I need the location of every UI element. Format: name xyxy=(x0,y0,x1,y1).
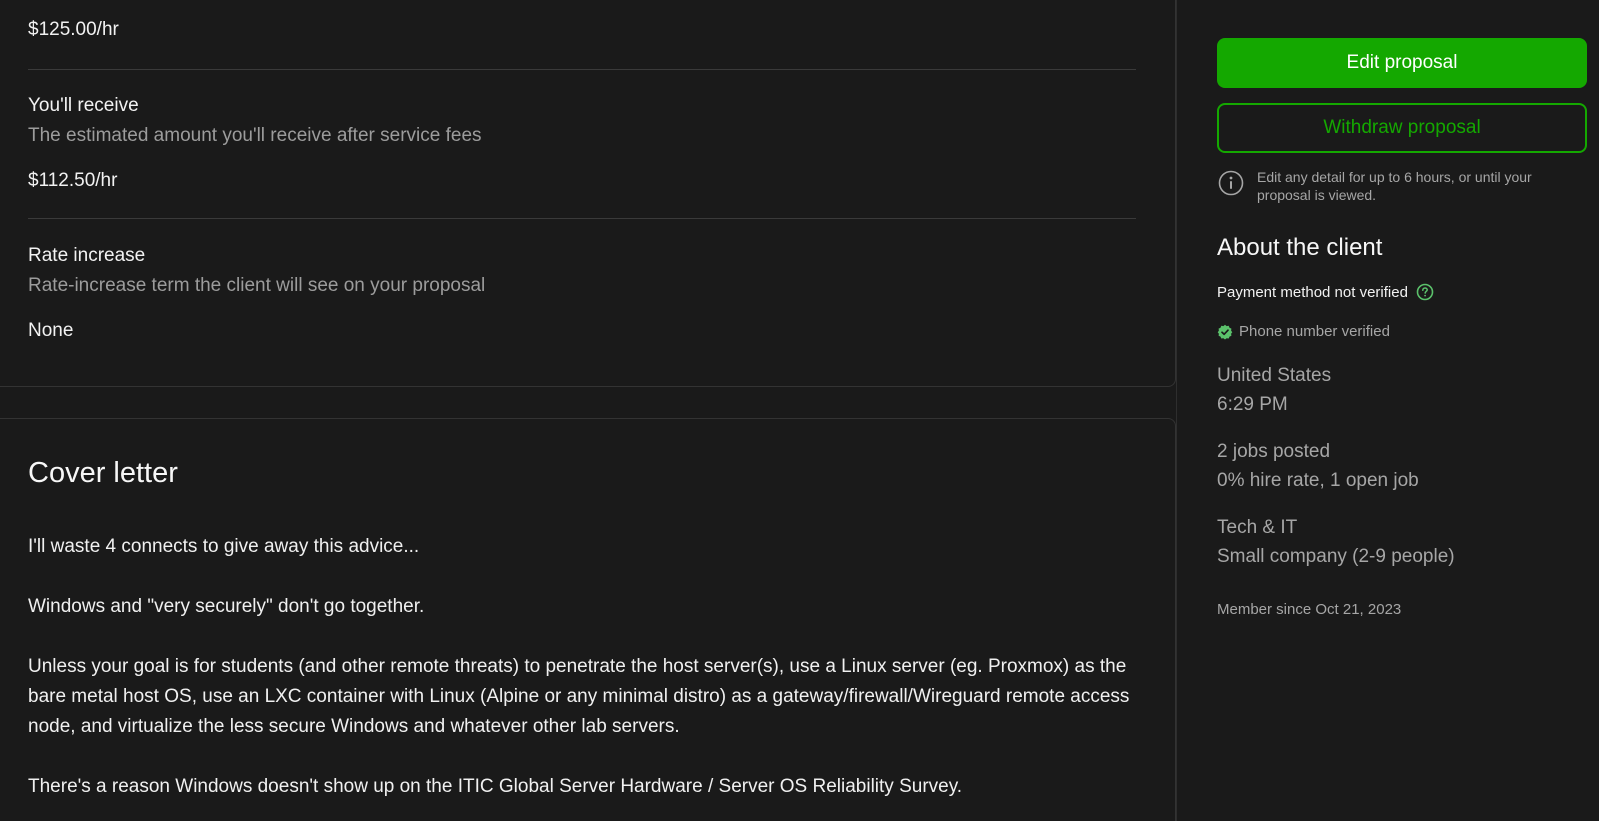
sidebar-divider xyxy=(1176,0,1177,821)
check-badge-icon xyxy=(1217,324,1233,339)
rate-increase-title: Rate increase xyxy=(28,245,146,266)
client-member-since: Member since Oct 21, 2023 xyxy=(1217,601,1402,618)
withdraw-proposal-button[interactable]: Withdraw proposal xyxy=(1217,103,1587,153)
edit-window-note: Edit any detail for up to 6 hours, or un… xyxy=(1257,169,1532,203)
bid-rate-value: $125.00/hr xyxy=(28,19,119,40)
receive-description: The estimated amount you'll receive afte… xyxy=(28,125,482,146)
proposal-page: $125.00/hr You'll receive The estimated … xyxy=(0,0,1599,821)
client-location: United States xyxy=(1217,365,1332,386)
receive-value: $112.50/hr xyxy=(28,170,118,191)
about-client-title: About the client xyxy=(1217,234,1383,261)
cover-letter-paragraph: There's a reason Windows doesn't show up… xyxy=(28,776,963,797)
receive-title: You'll receive xyxy=(28,95,139,116)
cover-letter-paragraph: Unless your goal is for students (and ot… xyxy=(28,656,1130,737)
client-industry: Tech & IT xyxy=(1217,517,1298,538)
client-local-time: 6:29 PM xyxy=(1217,394,1288,415)
payment-status-label: Payment method not verified xyxy=(1217,283,1408,301)
info-circle-icon xyxy=(1218,170,1244,196)
client-jobs-posted: 2 jobs posted xyxy=(1217,441,1331,462)
payment-status: Payment method not verified xyxy=(1217,283,1434,301)
cover-letter-paragraph: I'll waste 4 connects to give away this … xyxy=(28,536,420,557)
rate-increase-description: Rate-increase term the client will see o… xyxy=(28,275,486,296)
terms-card xyxy=(0,0,1176,387)
phone-status: Phone number verified xyxy=(1217,323,1390,340)
client-hire-rate: 0% hire rate, 1 open job xyxy=(1217,470,1419,491)
divider xyxy=(28,218,1136,219)
cover-letter-paragraph: Windows and "very securely" don't go tog… xyxy=(28,596,425,617)
cover-letter-title: Cover letter xyxy=(28,457,178,489)
question-circle-icon[interactable] xyxy=(1416,283,1434,301)
divider xyxy=(28,69,1136,70)
client-company-size: Small company (2-9 people) xyxy=(1217,546,1455,567)
phone-status-label: Phone number verified xyxy=(1239,323,1390,340)
rate-increase-value: None xyxy=(28,320,74,341)
edit-proposal-button[interactable]: Edit proposal xyxy=(1217,38,1587,88)
